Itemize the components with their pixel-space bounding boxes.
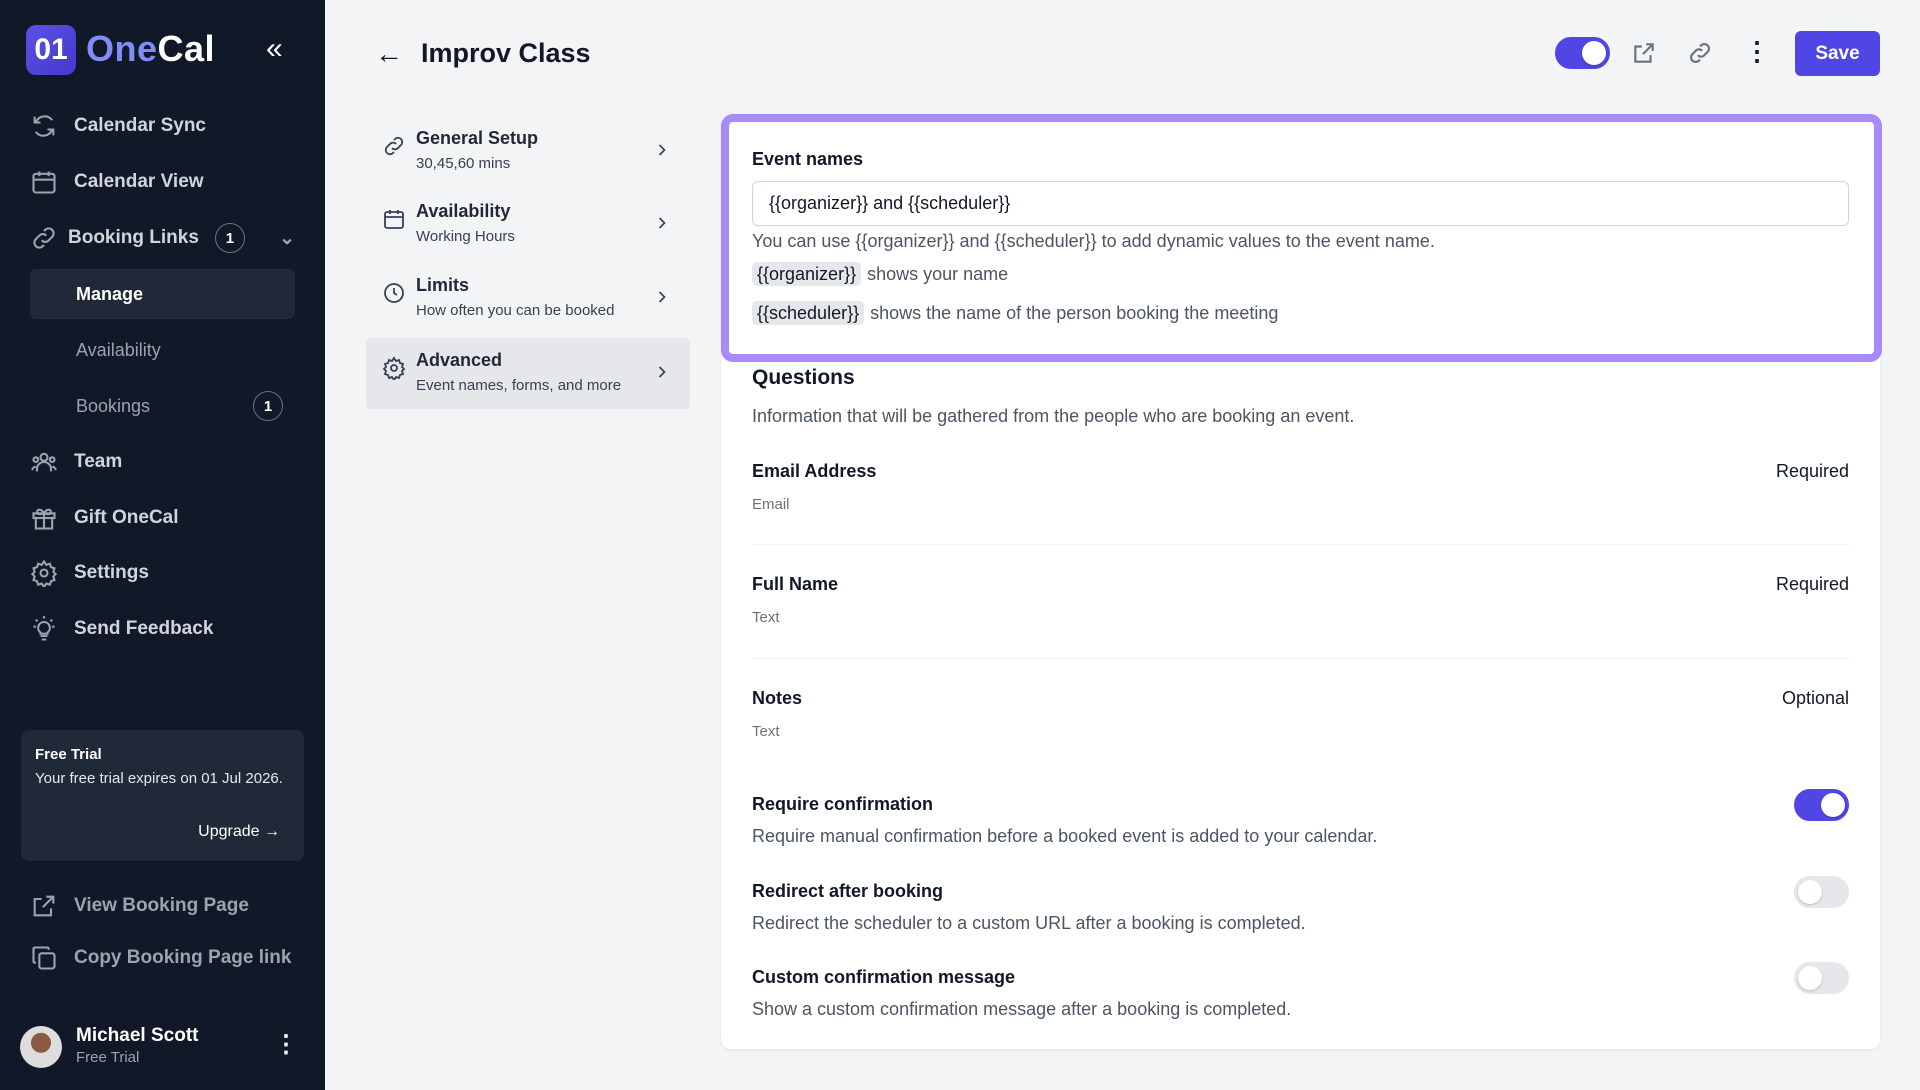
question-type: Text [752,609,780,626]
external-link-icon [33,895,55,917]
upgrade-link[interactable]: Upgrade → [198,823,280,841]
booking-links-badge: 1 [214,223,245,253]
calendar-icon [384,210,404,229]
sidebar-item-bookings[interactable]: Bookings 1 [30,381,295,431]
more-options-icon[interactable]: ⋮ [1744,36,1770,67]
chevron-right-icon [658,217,666,229]
sidebar-item-availability[interactable]: Availability [30,325,295,375]
user-menu-icon[interactable]: ⋮ [274,1030,298,1059]
copy-booking-page-link[interactable]: Copy Booking Page link [30,938,291,978]
custom-confirmation-toggle[interactable] [1794,962,1849,994]
redirect-after-booking-title: Redirect after booking [752,881,944,901]
free-trial-card: Free Trial Your free trial expires on 01… [21,730,304,861]
require-confirmation-title: Require confirmation [752,794,934,814]
question-name[interactable]: Email Address [752,461,876,482]
questions-desc: Information that will be gathered from t… [752,406,1355,426]
settings-nav-general-setup[interactable]: General Setup 30,45,60 mins [366,116,690,187]
lightbulb-icon [33,616,55,641]
sidebar-item-settings[interactable]: Settings [30,553,149,593]
gear-icon [30,559,58,587]
link-icon [33,227,55,249]
page-title: Improv Class [421,38,591,68]
clock-icon [384,283,404,303]
sidebar-item-gift[interactable]: Gift OneCal [30,498,179,538]
collapse-sidebar-icon[interactable]: « [266,32,283,66]
copy-link-icon[interactable] [1687,40,1713,71]
event-enabled-toggle[interactable] [1555,37,1610,69]
organizer-chip: {{organizer}} [752,262,862,286]
gift-icon [32,508,56,530]
save-button[interactable]: Save [1795,31,1880,76]
open-external-icon[interactable] [1631,40,1657,71]
bookings-badge: 1 [253,391,283,421]
question-status: Required [1775,461,1849,481]
question-status: Required [1775,574,1849,594]
brand-name: OneCal [86,28,216,69]
team-icon [31,452,57,472]
sidebar-item-send-feedback[interactable]: Send Feedback [30,609,213,649]
event-names-label: Event names [752,149,864,169]
sidebar-item-booking-links[interactable]: Booking Links 1 ⌄ [30,218,295,258]
question-name[interactable]: Notes [752,688,802,709]
avatar [20,1026,62,1068]
onecal-logo: 01 [26,25,76,75]
questions-title: Questions [752,366,855,389]
chevron-right-icon [658,144,666,156]
sidebar-item-team[interactable]: Team [30,442,122,482]
back-arrow-icon[interactable]: ← [375,38,403,70]
settings-nav-advanced[interactable]: Advanced Event names, forms, and more [366,338,690,409]
custom-confirmation-title: Custom confirmation message [752,967,1016,987]
divider [752,658,1849,659]
question-name[interactable]: Full Name [752,574,838,595]
chevron-right-icon [658,291,666,303]
user-name: Michael Scott [76,1025,199,1046]
sidebar-item-calendar-view[interactable]: Calendar View [30,162,204,202]
require-confirmation-toggle[interactable] [1794,789,1849,821]
divider [752,544,1849,545]
sidebar-item-manage[interactable]: Manage [30,269,295,319]
sidebar: 01 OneCal « Calendar Sync Calendar View … [0,0,325,1090]
event-name-input[interactable] [752,181,1849,226]
gear-icon [382,356,406,380]
event-names-help: You can use {{organizer}} and {{schedule… [752,231,1435,251]
user-plan: Free Trial [76,1049,140,1066]
settings-nav-availability[interactable]: Availability Working Hours [366,189,690,260]
redirect-after-booking-toggle[interactable] [1794,876,1849,908]
question-status: Optional [1781,688,1849,708]
chevron-down-icon[interactable]: ⌄ [279,227,295,250]
chevron-right-icon [658,366,666,378]
question-type: Text [752,723,780,740]
settings-nav-limits[interactable]: Limits How often you can be booked [366,263,690,334]
link-icon [384,136,404,156]
require-confirmation-desc: Require manual confirmation before a boo… [752,826,1378,846]
sidebar-item-calendar-sync[interactable]: Calendar Sync [30,106,206,146]
redirect-after-booking-desc: Redirect the scheduler to a custom URL a… [752,913,1306,933]
view-booking-page-link[interactable]: View Booking Page [30,886,249,926]
scheduler-chip: {{scheduler}} [752,301,865,325]
copy-icon [32,946,56,970]
custom-confirmation-desc: Show a custom confirmation message after… [752,999,1292,1019]
sync-icon [33,115,55,137]
calendar-icon [32,171,56,194]
question-type: Email [752,496,790,513]
